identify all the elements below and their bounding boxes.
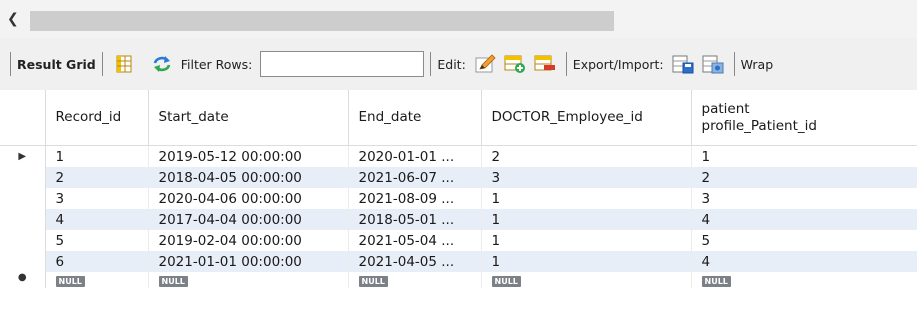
cell-patient-id[interactable]: 1 — [691, 145, 917, 167]
cell-start-date[interactable]: 2017-04-04 00:00:00 — [148, 209, 349, 230]
toolbar-divider — [10, 52, 11, 76]
row-header[interactable] — [0, 167, 46, 188]
column-header-doctor-employee-id[interactable]: DOCTOR_Employee_id — [481, 90, 692, 146]
cell-record-id[interactable]: 5 — [45, 230, 149, 251]
result-grid: Record_id Start_date End_date DOCTOR_Emp… — [0, 90, 917, 322]
edit-label: Edit: — [437, 56, 466, 72]
null-badge: NULL — [158, 276, 188, 287]
row-header[interactable] — [0, 251, 46, 272]
cell-doctor-id[interactable]: 1 — [481, 209, 692, 230]
toolbar-divider — [733, 52, 735, 76]
cell-record-id[interactable]: 6 — [45, 251, 149, 272]
table-row[interactable]: 4 2017-04-04 00:00:00 2018-05-01 ... 1 4 — [0, 209, 917, 230]
column-header-record-id[interactable]: Record_id — [45, 90, 149, 146]
new-row-placeholder[interactable]: ● NULL NULL NULL NULL NULL — [0, 272, 917, 288]
cell-end-date[interactable]: 2021-06-07 ... — [348, 167, 482, 188]
null-cell[interactable]: NULL — [45, 272, 149, 288]
null-badge: NULL — [701, 276, 731, 287]
null-badge: NULL — [55, 276, 85, 287]
wrap-cell-content-label[interactable]: Wrap — [741, 57, 774, 72]
toolbar-divider — [565, 52, 567, 76]
cell-start-date[interactable]: 2021-01-01 00:00:00 — [148, 251, 349, 272]
cell-record-id[interactable]: 4 — [45, 209, 149, 230]
null-cell[interactable]: NULL — [148, 272, 349, 288]
grid-layout-icon[interactable] — [113, 53, 135, 75]
cell-doctor-id[interactable]: 3 — [481, 167, 692, 188]
filter-rows-input[interactable] — [260, 51, 425, 77]
refresh-icon[interactable] — [151, 53, 173, 75]
cell-record-id[interactable]: 2 — [45, 167, 149, 188]
column-header-line: profile_Patient_id — [701, 117, 817, 134]
table-row[interactable]: 6 2021-01-01 00:00:00 2021-04-05 ... 1 4 — [0, 251, 917, 272]
cell-start-date[interactable]: 2020-04-06 00:00:00 — [148, 188, 349, 209]
cell-doctor-id[interactable]: 1 — [481, 230, 692, 251]
result-grid-tab[interactable]: Result Grid — [17, 57, 96, 72]
edit-pencil-icon[interactable] — [474, 53, 496, 75]
export-import-label: Export/Import: — [572, 56, 664, 72]
cell-start-date[interactable]: 2018-04-05 00:00:00 — [148, 167, 349, 188]
null-badge: NULL — [358, 276, 388, 287]
toolbar-divider — [430, 52, 432, 76]
row-header[interactable] — [0, 188, 46, 209]
header-row: Record_id Start_date End_date DOCTOR_Emp… — [0, 90, 917, 146]
scrollbar-thumb[interactable] — [30, 11, 614, 31]
delete-row-icon[interactable] — [534, 53, 556, 75]
cell-patient-id[interactable]: 4 — [691, 209, 917, 230]
null-cell[interactable]: NULL — [691, 272, 917, 288]
table-row[interactable]: ▶ 1 2019-05-12 00:00:00 2020-01-01 ... 2… — [0, 145, 917, 167]
column-header-patient-profile-id[interactable]: patient profile_Patient_id — [691, 90, 917, 146]
cell-doctor-id[interactable]: 1 — [481, 188, 692, 209]
cell-patient-id[interactable]: 2 — [691, 167, 917, 188]
row-header-corner — [0, 90, 46, 146]
table-row[interactable]: 2 2018-04-05 00:00:00 2021-06-07 ... 3 2 — [0, 167, 917, 188]
cell-doctor-id[interactable]: 2 — [481, 145, 692, 167]
horizontal-scrollbar[interactable]: ❮ — [0, 0, 917, 38]
null-cell[interactable]: NULL — [481, 272, 692, 288]
cell-record-id[interactable]: 1 — [45, 145, 149, 167]
row-header[interactable] — [0, 209, 46, 230]
result-toolbar: Result Grid Filter Rows: Edit: Export/Im… — [0, 38, 917, 91]
table-row[interactable]: 5 2019-02-04 00:00:00 2021-05-04 ... 1 5 — [0, 230, 917, 251]
filter-rows-label: Filter Rows: — [180, 56, 253, 72]
toolbar-divider — [101, 52, 103, 76]
column-header-start-date[interactable]: Start_date — [148, 90, 349, 146]
add-row-icon[interactable] — [504, 53, 526, 75]
cell-start-date[interactable]: 2019-02-04 00:00:00 — [148, 230, 349, 251]
null-cell[interactable]: NULL — [348, 272, 482, 288]
scroll-left-icon[interactable]: ❮ — [7, 11, 19, 27]
cell-patient-id[interactable]: 5 — [691, 230, 917, 251]
cell-doctor-id[interactable]: 1 — [481, 251, 692, 272]
cell-record-id[interactable]: 3 — [45, 188, 149, 209]
new-row-indicator-icon[interactable]: ● — [0, 272, 46, 288]
cell-end-date[interactable]: 2021-08-09 ... — [348, 188, 482, 209]
cell-end-date[interactable]: 2018-05-01 ... — [348, 209, 482, 230]
export-icon[interactable] — [672, 53, 694, 75]
column-header-end-date[interactable]: End_date — [348, 90, 482, 146]
cell-end-date[interactable]: 2021-04-05 ... — [348, 251, 482, 272]
current-row-indicator-icon[interactable]: ▶ — [0, 145, 46, 167]
cell-patient-id[interactable]: 3 — [691, 188, 917, 209]
row-header[interactable] — [0, 230, 46, 251]
table-row[interactable]: 3 2020-04-06 00:00:00 2021-08-09 ... 1 3 — [0, 188, 917, 209]
cell-end-date[interactable]: 2020-01-01 ... — [348, 145, 482, 167]
null-badge: NULL — [491, 276, 521, 287]
column-header-line: patient — [701, 100, 750, 117]
cell-start-date[interactable]: 2019-05-12 00:00:00 — [148, 145, 349, 167]
cell-patient-id[interactable]: 4 — [691, 251, 917, 272]
cell-end-date[interactable]: 2021-05-04 ... — [348, 230, 482, 251]
import-icon[interactable] — [702, 53, 724, 75]
